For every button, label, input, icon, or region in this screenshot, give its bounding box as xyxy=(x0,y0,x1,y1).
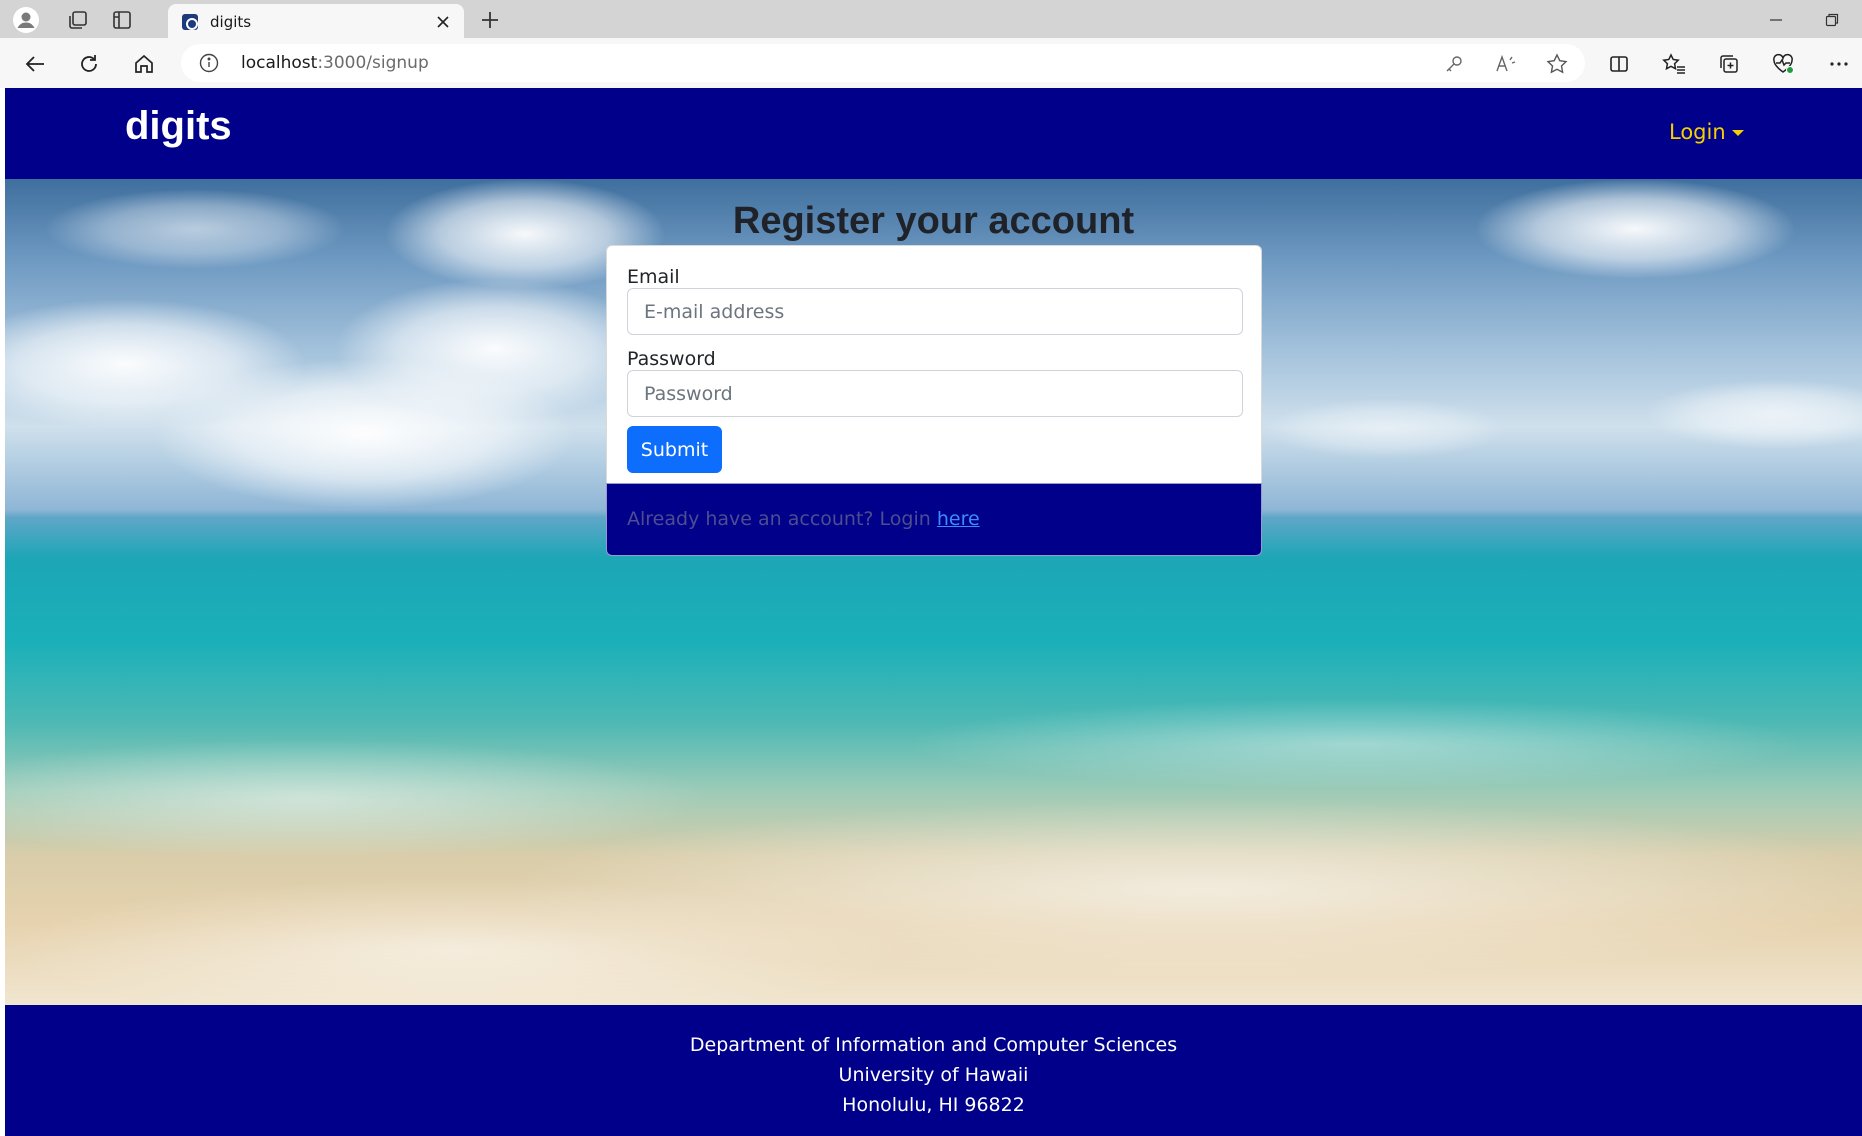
active-tab[interactable]: digits xyxy=(168,4,464,40)
key-icon[interactable] xyxy=(1441,51,1467,77)
footer: Department of Information and Computer S… xyxy=(5,1005,1862,1136)
navbar: digits Login xyxy=(5,88,1862,179)
browser-tab-bar: digits xyxy=(0,0,1862,40)
browser-toolbar: localhost:3000/signup xyxy=(0,38,1862,88)
home-icon[interactable] xyxy=(129,49,159,79)
password-label: Password xyxy=(627,348,716,370)
new-tab-icon[interactable] xyxy=(476,6,504,34)
info-icon[interactable] xyxy=(199,53,219,73)
email-field[interactable] xyxy=(627,288,1243,335)
url-path: :3000/signup xyxy=(317,53,429,73)
site-favicon xyxy=(182,14,198,30)
footer-university: University of Hawaii xyxy=(838,1064,1029,1086)
email-label: Email xyxy=(627,266,680,288)
login-here-link[interactable]: here xyxy=(937,508,980,530)
web-page: digits Login Register your account Email… xyxy=(5,88,1862,1136)
star-icon[interactable] xyxy=(1544,51,1570,77)
url-host: localhost xyxy=(241,53,318,73)
favorites-icon[interactable] xyxy=(1659,49,1689,79)
login-dropdown-label: Login xyxy=(1669,120,1726,144)
split-screen-icon[interactable] xyxy=(1604,49,1634,79)
cloud-shape xyxy=(1645,379,1862,449)
collections-icon[interactable] xyxy=(1714,49,1744,79)
tab-title: digits xyxy=(210,13,252,31)
cloud-shape xyxy=(1265,399,1505,459)
tab-actions-icon[interactable] xyxy=(108,6,136,34)
restore-icon[interactable] xyxy=(1820,8,1844,32)
footer-address: Honolulu, HI 96822 xyxy=(842,1094,1025,1116)
profile-icon[interactable] xyxy=(12,6,40,34)
heart-pulse-icon[interactable] xyxy=(1768,49,1798,79)
foam-shape xyxy=(5,739,705,859)
read-aloud-icon[interactable] xyxy=(1493,51,1519,77)
footer-department: Department of Information and Computer S… xyxy=(689,1034,1178,1056)
beach-background: Register your account Email Password Sub… xyxy=(5,179,1862,1005)
address-url: localhost:3000/signup xyxy=(241,53,429,73)
submit-button[interactable]: Submit xyxy=(627,426,722,473)
workspaces-icon[interactable] xyxy=(64,6,92,34)
foam-shape xyxy=(905,699,1805,789)
page-title: Register your account xyxy=(732,200,1135,242)
login-prompt-text: Already have an account? Login xyxy=(627,508,937,530)
login-dropdown[interactable]: Login xyxy=(1669,120,1744,144)
brand-logo[interactable]: digits xyxy=(125,104,232,149)
back-arrow-icon[interactable] xyxy=(20,49,50,79)
refresh-icon[interactable] xyxy=(74,49,104,79)
caret-down-icon xyxy=(1731,130,1744,136)
password-field[interactable] xyxy=(627,370,1243,417)
login-prompt: Already have an account? Login here xyxy=(606,483,1262,556)
address-bar[interactable]: localhost:3000/signup xyxy=(181,44,1585,82)
close-icon[interactable] xyxy=(432,11,454,33)
more-icon[interactable] xyxy=(1824,49,1854,79)
minimize-icon[interactable] xyxy=(1764,8,1788,32)
